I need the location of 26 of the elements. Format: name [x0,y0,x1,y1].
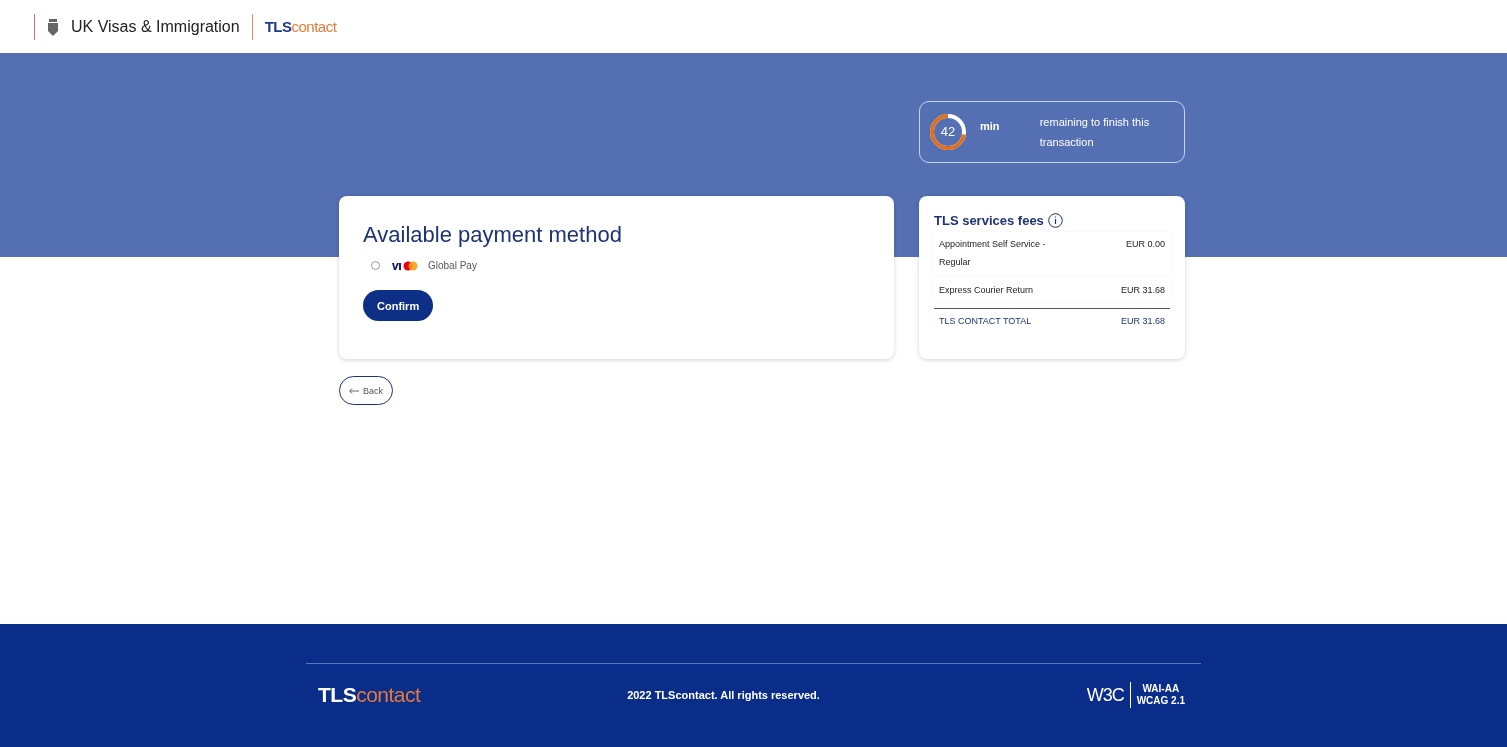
fee-amount: EUR 0.00 [1125,238,1165,251]
wcag-badge-text: WAI-AA [1141,683,1181,695]
tls-logo: TLScontact [264,18,337,35]
countdown-ring [928,112,968,152]
wcag-badge-text: WCAG 2.1 [1136,695,1185,707]
fee-amount: EUR 31.68 [1120,315,1165,328]
w3c-logo: W3C [1086,684,1124,706]
fee-label: Appointment Self Service - Regular [939,238,1047,269]
fees-title: TLS services fees [934,213,1044,228]
method-label: Global Pay [428,260,477,271]
fee-label: Express Courier Return [939,284,1034,297]
agency-name: UK Visas & Immigration [71,17,240,36]
copyright-text: 2022 TLScontact. All rights reserved. [627,689,820,701]
info-icon[interactable] [1047,213,1063,228]
minutes-unit: min [980,120,1001,132]
fee-amount: EUR 31.68 [1120,284,1165,297]
countdown-minutes: 42 [940,125,956,139]
tls-logo: TLScontact [318,683,421,707]
timer-message: remaining to finish this transaction [1039,115,1151,150]
crest-icon [47,16,59,37]
arrow-left-icon [349,387,359,394]
back-button[interactable]: Back [339,376,393,405]
card-logos-icon [392,260,420,271]
payment-title: Available payment method [363,222,623,248]
confirm-button[interactable]: Confirm [363,290,434,321]
fee-label: TLS CONTACT TOTAL [939,315,1032,328]
